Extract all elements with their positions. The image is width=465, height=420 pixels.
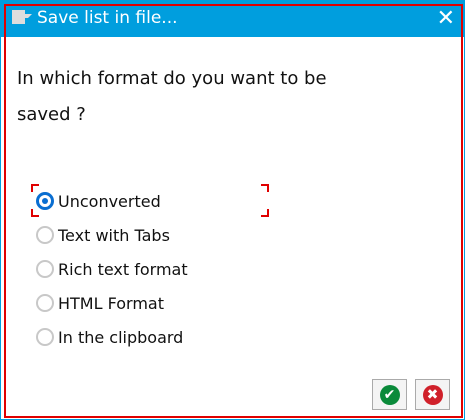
save-list-dialog: Save list in file... ✕ In which format d… [0, 0, 465, 420]
radio-unconverted[interactable]: Unconverted [36, 189, 161, 213]
option-label: Rich text format [58, 259, 188, 279]
question-text: In which format do you want to be saved … [17, 68, 327, 125]
option-label: HTML Format [58, 293, 164, 313]
cancel-button[interactable]: ✖ [415, 379, 450, 410]
window-icon [12, 10, 32, 24]
dialog-title: Save list in file... [37, 8, 178, 28]
radio-icon [36, 260, 54, 278]
radio-icon [36, 294, 54, 312]
option-label: Unconverted [58, 191, 161, 211]
radio-html-format[interactable]: HTML Format [36, 291, 164, 315]
radio-icon [36, 226, 54, 244]
close-icon[interactable]: ✕ [437, 6, 455, 31]
radio-clipboard[interactable]: In the clipboard [36, 325, 183, 349]
option-label: Text with Tabs [58, 225, 170, 245]
radio-selected-icon [36, 192, 54, 210]
checkmark-icon: ✔ [379, 384, 400, 405]
radio-text-with-tabs[interactable]: Text with Tabs [36, 223, 170, 247]
cancel-x-icon: ✖ [422, 384, 443, 405]
radio-icon [36, 328, 54, 346]
option-label: In the clipboard [58, 327, 184, 347]
title-bar: Save list in file... ✕ [1, 1, 464, 37]
radio-rich-text-format[interactable]: Rich text format [36, 257, 188, 281]
ok-button[interactable]: ✔ [372, 379, 407, 410]
